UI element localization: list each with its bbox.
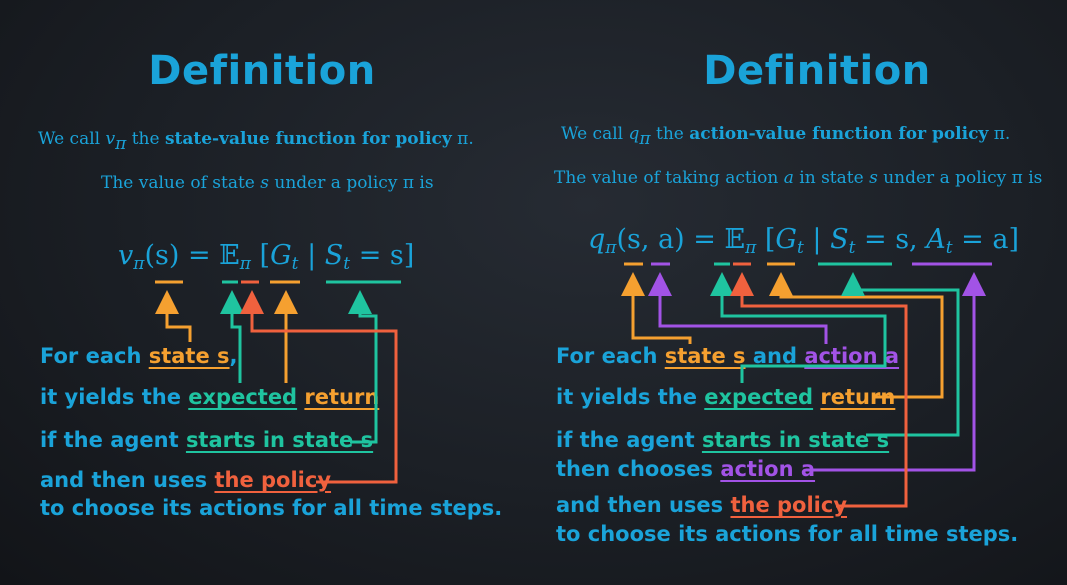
right-arrow-return (769, 272, 944, 399)
left-arrow-expected (220, 290, 244, 383)
left-arrow-state (155, 290, 192, 342)
right-arrow-expected (710, 272, 887, 383)
right-arrow-chooses (806, 272, 986, 472)
left-arrow-policy (240, 290, 398, 484)
left-arrow-starts (348, 290, 378, 444)
connector-arrows (155, 262, 992, 508)
